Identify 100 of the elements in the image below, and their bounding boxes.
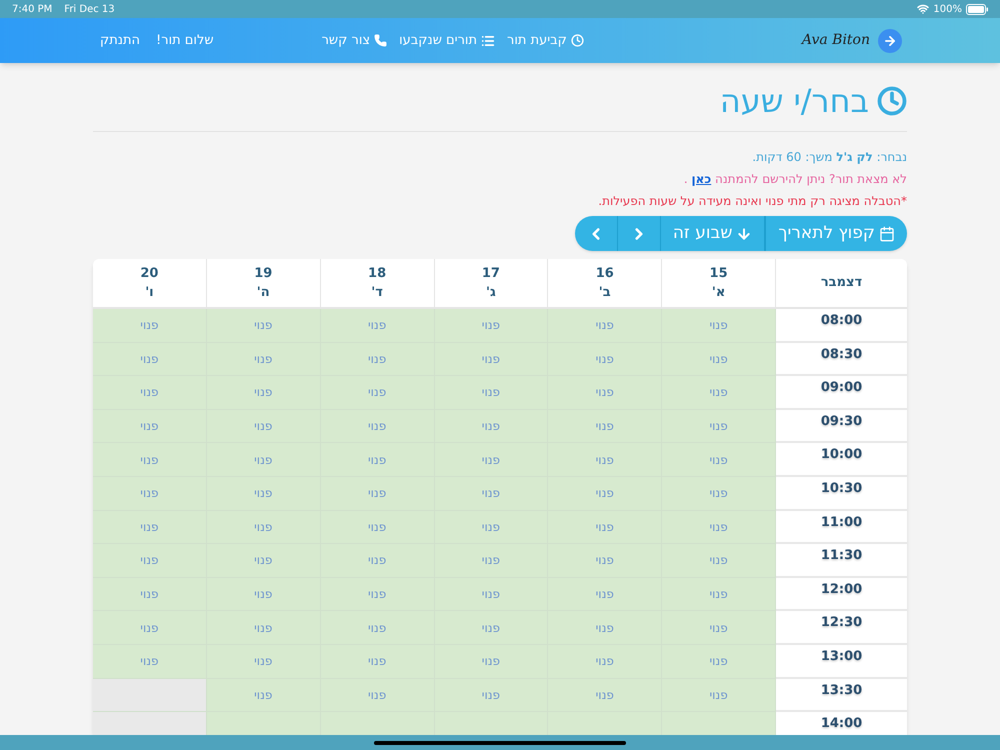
battery-icon bbox=[966, 4, 988, 14]
day-date: 16 bbox=[596, 264, 614, 282]
status-time: 7:40 PM bbox=[12, 2, 52, 16]
nav-link[interactable]: צור קשר bbox=[322, 30, 388, 50]
slot-cell[interactable]: פנוי bbox=[434, 410, 548, 444]
waitlist-link[interactable]: כאן bbox=[692, 172, 712, 186]
slot-cell[interactable]: פנוי bbox=[662, 510, 776, 544]
slot-cell[interactable]: פנוי bbox=[206, 678, 321, 712]
slot-cell[interactable]: פנוי bbox=[548, 410, 662, 444]
greeting: שלום תור! bbox=[156, 32, 214, 50]
slot-cell[interactable]: פנוי bbox=[320, 376, 434, 410]
page-title: בחר/י שעה bbox=[720, 81, 869, 122]
slot-cell[interactable]: פנוי bbox=[662, 410, 776, 444]
slot-cell[interactable]: פנוי bbox=[206, 342, 321, 376]
slot-cell[interactable]: פנוי bbox=[93, 611, 207, 645]
list-icon bbox=[481, 34, 496, 48]
slot-cell[interactable]: פנוי bbox=[434, 611, 548, 645]
slot-cell[interactable]: פנוי bbox=[320, 578, 434, 612]
clock-icon bbox=[570, 34, 584, 47]
slot-cell[interactable]: פנוי bbox=[93, 410, 207, 444]
slot-cell[interactable]: פנוי bbox=[548, 309, 662, 343]
slot-cell[interactable]: פנוי bbox=[662, 376, 776, 410]
day-letter: ה' bbox=[256, 284, 270, 302]
slot-cell[interactable]: פנוי bbox=[548, 443, 662, 477]
slot-cell[interactable]: פנוי bbox=[548, 644, 662, 679]
slot-cell[interactable]: פנוי bbox=[662, 644, 776, 679]
nav-link[interactable]: קביעת תור bbox=[507, 30, 584, 50]
month-header: דצמבר bbox=[820, 274, 864, 292]
day-letter: א' bbox=[712, 284, 726, 302]
slot-cell[interactable]: פנוי bbox=[206, 410, 321, 444]
logo: Ava Biton bbox=[802, 31, 870, 50]
slot-cell[interactable]: פנוי bbox=[434, 476, 548, 511]
slot-cell[interactable]: פנוי bbox=[662, 342, 776, 376]
slot-cell[interactable]: פנוי bbox=[320, 510, 434, 544]
slot-cell[interactable]: פנוי bbox=[320, 544, 434, 578]
slot-cell[interactable]: פנוי bbox=[93, 644, 207, 679]
slot-cell[interactable]: פנוי bbox=[206, 510, 321, 544]
selection-summary: נבחר: לק ג'ל משך: 60 דקות. bbox=[751, 149, 907, 166]
this-week-button[interactable]: שבוע זה bbox=[660, 216, 764, 251]
slot-cell[interactable]: פנוי bbox=[662, 309, 776, 343]
arrow-down-icon bbox=[736, 226, 752, 242]
slot-cell[interactable]: פנוי bbox=[662, 544, 776, 578]
slot-cell[interactable]: פנוי bbox=[320, 611, 434, 645]
slot-cell[interactable]: פנוי bbox=[548, 678, 662, 712]
slot-cell[interactable]: פנוי bbox=[662, 611, 776, 645]
slot-cell[interactable]: פנוי bbox=[662, 678, 776, 712]
slot-cell[interactable]: פנוי bbox=[206, 544, 321, 578]
slot-cell[interactable]: פנוי bbox=[434, 510, 548, 544]
slot-cell[interactable]: פנוי bbox=[93, 476, 207, 511]
slot-cell[interactable]: פנוי bbox=[93, 578, 207, 612]
slot-cell[interactable]: פנוי bbox=[434, 644, 548, 679]
waitlist-message: לא מצאת תור? ניתן להירשם להמתנה כאן . bbox=[682, 171, 907, 188]
slot-cell[interactable]: פנוי bbox=[93, 309, 207, 343]
table-note: *הטבלה מציגה רק מתי פנוי ואינה מעידה על שעות הפעילות. bbox=[597, 193, 907, 210]
logout-link[interactable]: התנתק bbox=[100, 30, 140, 50]
nav-link[interactable]: תורים שנקבעו bbox=[399, 30, 496, 50]
battery-percent: 100% bbox=[933, 2, 962, 16]
slot-cell[interactable]: פנוי bbox=[548, 578, 662, 612]
slot-cell[interactable]: פנוי bbox=[320, 410, 434, 444]
slot-cell[interactable]: פנוי bbox=[320, 443, 434, 477]
slot-cell[interactable]: פנוי bbox=[206, 611, 321, 645]
slot-cell[interactable]: פנוי bbox=[548, 476, 662, 511]
slot-cell[interactable]: פנוי bbox=[662, 578, 776, 612]
slot-cell[interactable]: פנוי bbox=[206, 476, 321, 511]
slot-cell[interactable]: פנוי bbox=[320, 476, 434, 511]
slot-cell[interactable]: פנוי bbox=[548, 611, 662, 645]
slot-cell[interactable]: פנוי bbox=[320, 342, 434, 376]
status-date: Fri Dec 13 bbox=[64, 2, 115, 16]
slot-cell[interactable]: פנוי bbox=[434, 678, 548, 712]
calendar-icon bbox=[879, 226, 895, 242]
slot-cell[interactable]: פנוי bbox=[93, 510, 207, 544]
slot-cell[interactable]: פנוי bbox=[93, 342, 207, 376]
slot-cell[interactable]: פנוי bbox=[434, 443, 548, 477]
day-date: 20 bbox=[140, 264, 158, 282]
day-letter: ד' bbox=[371, 284, 383, 302]
slot-cell[interactable]: פנוי bbox=[434, 544, 548, 578]
slot-cell[interactable]: פנוי bbox=[548, 544, 662, 578]
phone-icon bbox=[374, 34, 388, 47]
slot-cell[interactable]: פנוי bbox=[434, 309, 548, 343]
slot-cell[interactable]: פנוי bbox=[434, 376, 548, 410]
slot-cell[interactable]: פנוי bbox=[93, 443, 207, 477]
slot-cell[interactable]: פנוי bbox=[206, 443, 321, 477]
slot-cell[interactable]: פנוי bbox=[320, 309, 434, 343]
slot-cell[interactable]: פנוי bbox=[548, 376, 662, 410]
slot-cell[interactable]: פנוי bbox=[93, 376, 207, 410]
slot-cell[interactable]: פנוי bbox=[206, 644, 321, 679]
slot-cell[interactable]: פנוי bbox=[320, 678, 434, 712]
slot-cell[interactable]: פנוי bbox=[548, 342, 662, 376]
slot-cell[interactable]: פנוי bbox=[662, 443, 776, 477]
slot-cell[interactable]: פנוי bbox=[434, 578, 548, 612]
slot-cell[interactable]: פנוי bbox=[548, 510, 662, 544]
slot-cell[interactable]: פנוי bbox=[206, 578, 321, 612]
slot-cell[interactable]: פנוי bbox=[320, 644, 434, 679]
jump-to-date-button[interactable]: קפוץ לתאריך bbox=[764, 216, 907, 251]
slot-cell[interactable]: פנוי bbox=[206, 376, 321, 410]
forward-button[interactable] bbox=[878, 28, 902, 52]
slot-cell[interactable]: פנוי bbox=[662, 476, 776, 511]
slot-cell[interactable]: פנוי bbox=[93, 544, 207, 578]
slot-cell[interactable]: פנוי bbox=[434, 342, 548, 376]
slot-cell[interactable]: פנוי bbox=[206, 309, 321, 343]
